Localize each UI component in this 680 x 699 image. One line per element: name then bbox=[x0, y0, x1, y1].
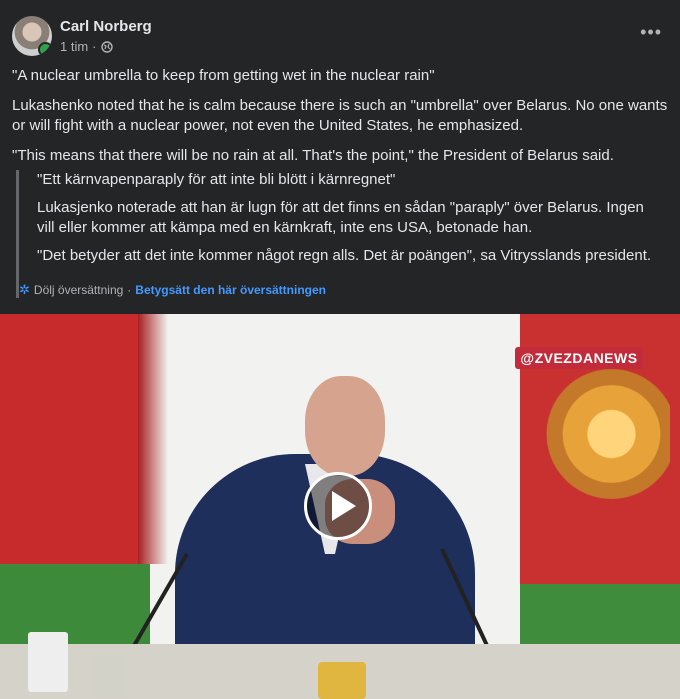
translation-paragraph-3: "Det betyder att det inte kommer något r… bbox=[37, 247, 652, 264]
more-options-icon[interactable]: ••• bbox=[640, 22, 662, 43]
author-name[interactable]: Carl Norberg bbox=[60, 18, 152, 35]
post-text: "A nuclear umbrella to keep from getting… bbox=[12, 66, 668, 176]
pen-holder bbox=[318, 662, 366, 699]
gear-icon[interactable]: ✲ bbox=[19, 280, 30, 300]
cup bbox=[28, 632, 68, 692]
speaker-head bbox=[305, 376, 385, 476]
online-status-icon bbox=[38, 42, 52, 56]
globe-icon[interactable] bbox=[100, 40, 113, 53]
translation-paragraph-1: "Ett kärnvapenparaply för att inte bli b… bbox=[37, 171, 396, 188]
flag-left-red bbox=[0, 314, 168, 564]
post-meta: 1 tim · bbox=[60, 39, 113, 54]
video-player[interactable]: @ZVEZDANEWS bbox=[0, 314, 680, 699]
translation-block: "Ett kärnvapenparaply för att inte bli b… bbox=[16, 170, 661, 298]
translation-paragraph-2: Lukasjenko noterade att han är lugn för … bbox=[37, 199, 644, 236]
glass bbox=[95, 656, 127, 698]
post-paragraph-1: "A nuclear umbrella to keep from getting… bbox=[12, 67, 435, 84]
hide-translation-link[interactable]: Dölj översättning bbox=[34, 280, 123, 300]
post-header: Carl Norberg 1 tim · ••• bbox=[12, 12, 668, 58]
meta-separator: · bbox=[92, 39, 97, 54]
translation-footer: ✲ Dölj översättning · Betygsätt den här … bbox=[19, 280, 326, 300]
channel-watermark: @ZVEZDANEWS bbox=[515, 347, 643, 369]
rate-translation-link[interactable]: Betygsätt den här översättningen bbox=[135, 280, 326, 300]
post-paragraph-3: "This means that there will be no rain a… bbox=[12, 147, 614, 164]
emblem-image bbox=[540, 354, 670, 514]
post-paragraph-2: Lukashenko noted that he is calm because… bbox=[12, 97, 668, 134]
facebook-post: Carl Norberg 1 tim · ••• "A nuclear umbr… bbox=[0, 0, 680, 699]
post-time[interactable]: 1 tim bbox=[60, 39, 88, 54]
avatar[interactable] bbox=[12, 16, 52, 56]
footer-separator: · bbox=[127, 283, 132, 297]
play-icon[interactable] bbox=[304, 472, 372, 540]
